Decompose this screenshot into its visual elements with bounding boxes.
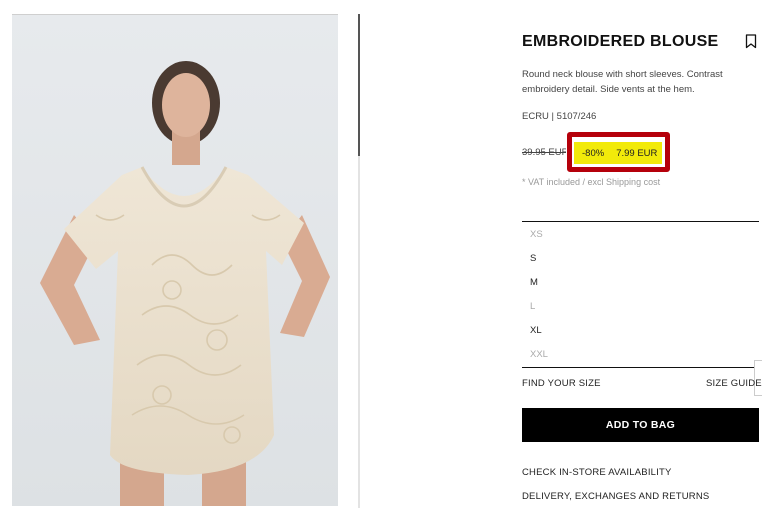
size-guide-link[interactable]: SIZE GUIDE [706, 378, 762, 389]
bookmark-icon[interactable] [745, 34, 757, 49]
size-option-xxl[interactable]: XXL [530, 349, 548, 360]
product-title: EMBROIDERED BLOUSE [522, 33, 719, 50]
promo-price-badge: -80% 7.99 EUR [574, 142, 662, 164]
product-image[interactable] [12, 14, 338, 506]
size-option-xl[interactable]: XL [530, 325, 542, 336]
product-info-panel: EMBROIDERED BLOUSE Round neck blouse wit… [522, 0, 762, 518]
size-option-m[interactable]: M [530, 277, 538, 288]
delivery-returns-link[interactable]: DELIVERY, EXCHANGES AND RETURNS [522, 491, 709, 502]
size-selector: XS S M L XL XXL [522, 221, 759, 368]
size-option-s[interactable]: S [530, 253, 536, 264]
product-description: Round neck blouse with short sleeves. Co… [522, 69, 723, 95]
current-price: 7.99 EUR [616, 147, 658, 159]
add-to-bag-button[interactable]: ADD TO BAG [522, 408, 759, 442]
gallery-scroll-thumb[interactable] [358, 14, 360, 156]
product-reference: ECRU | 5107/246 [522, 111, 597, 122]
size-option-l[interactable]: L [530, 301, 535, 312]
vat-note: * VAT included / excl Shipping cost [522, 177, 661, 187]
gallery-scrollbar[interactable] [358, 14, 360, 508]
discount-label: -80% [582, 147, 605, 159]
size-option-xs[interactable]: XS [530, 229, 543, 240]
check-store-availability-link[interactable]: CHECK IN-STORE AVAILABILITY [522, 467, 672, 478]
model-photo [12, 15, 338, 506]
old-price: 39.95 EUR [522, 147, 566, 158]
price-row: 39.95 EUR -80% 7.99 EUR [522, 132, 762, 172]
find-your-size-link[interactable]: FIND YOUR SIZE [522, 378, 601, 389]
